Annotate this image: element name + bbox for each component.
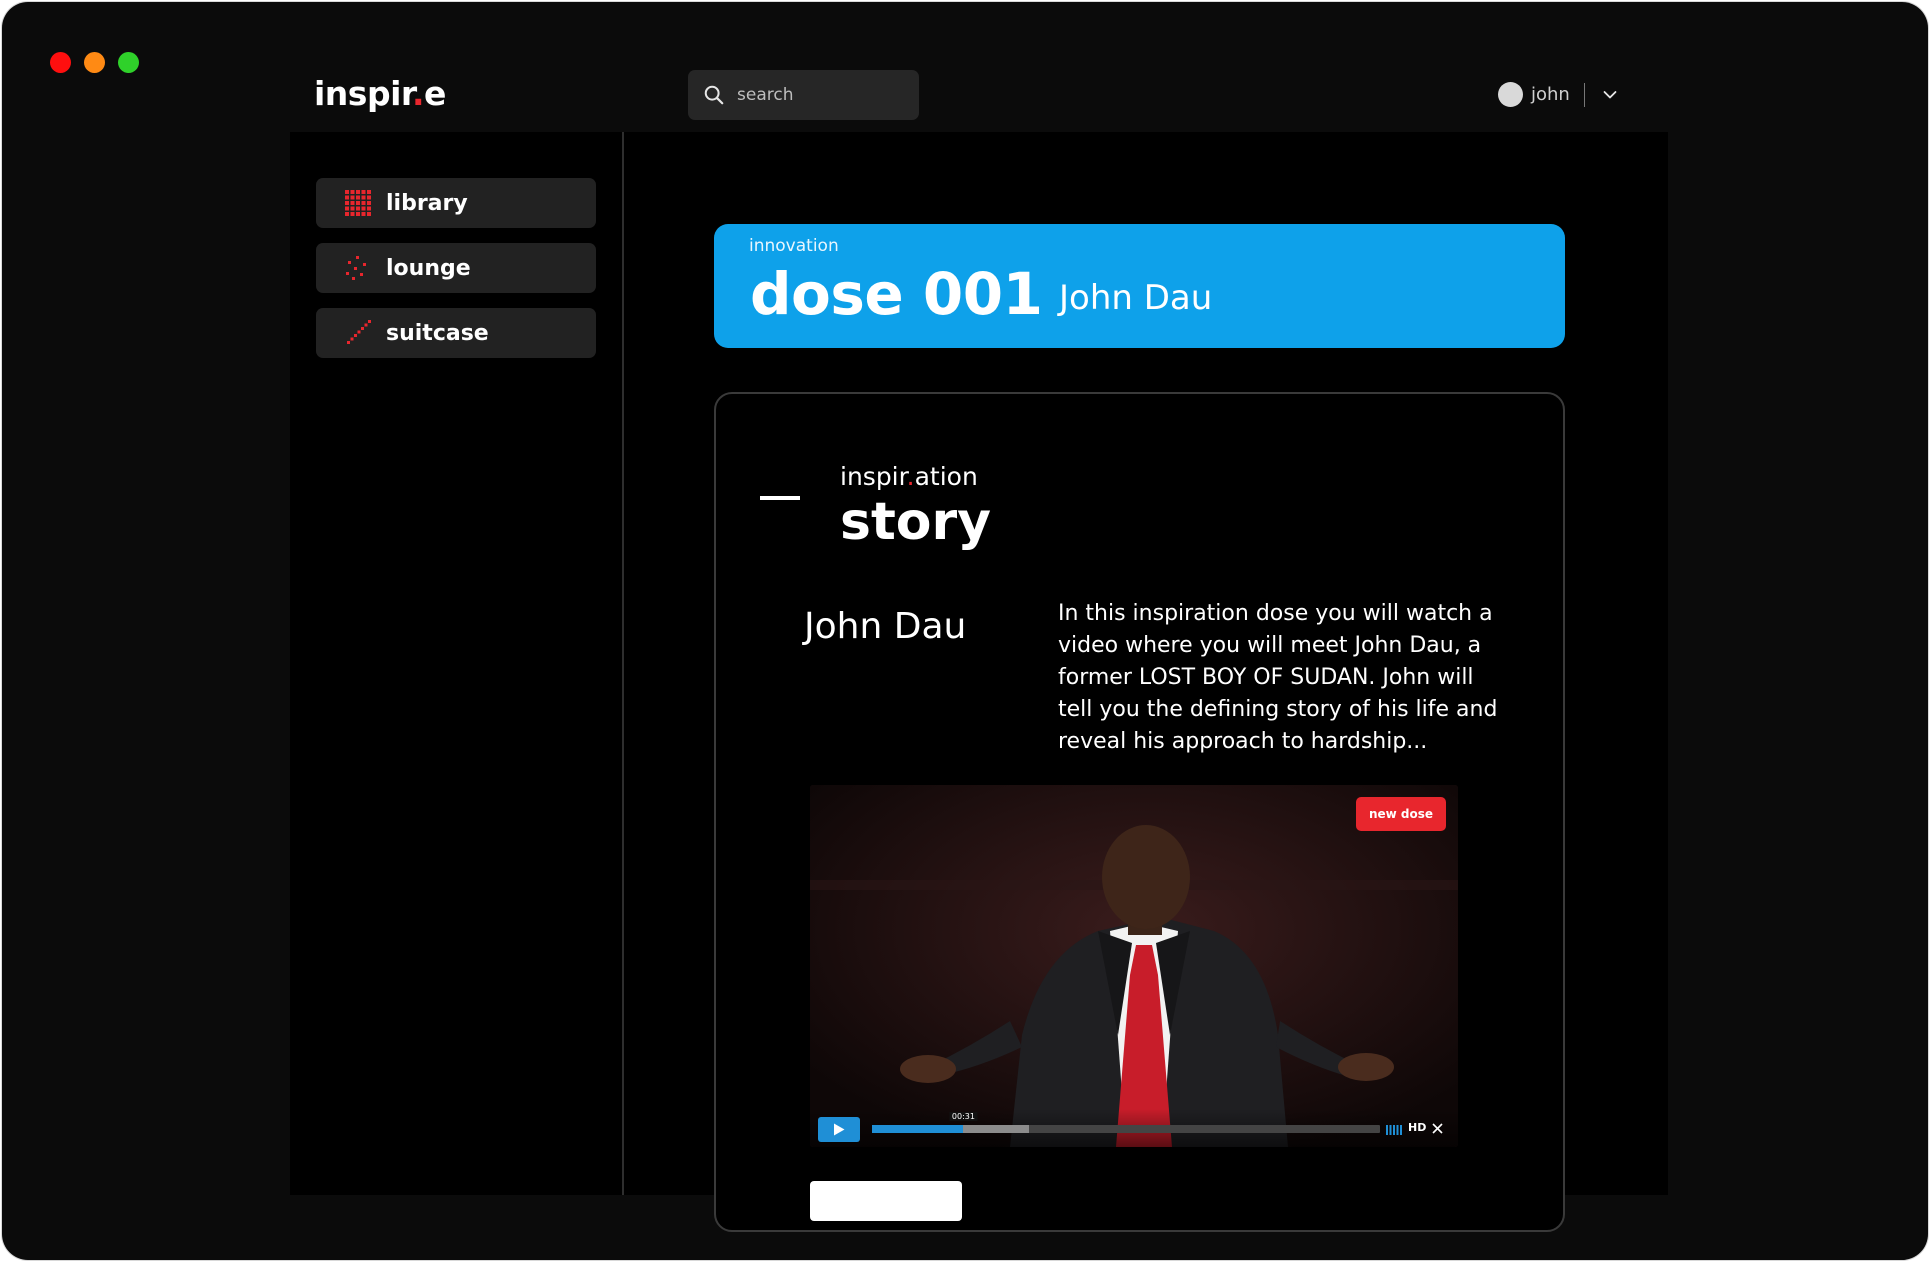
dotted-line-icon — [347, 320, 371, 344]
search-bar[interactable] — [688, 70, 919, 120]
video-player[interactable]: new dose 00:31 HD — [810, 785, 1458, 1147]
current-time: 00:31 — [949, 1112, 977, 1121]
progress-bar — [872, 1125, 964, 1133]
grid-icon — [345, 190, 371, 216]
minimize-window-button[interactable] — [84, 52, 105, 73]
app-content: library lounge suitcase innovation dose … — [290, 132, 1668, 1232]
sidebar-item-lounge[interactable]: lounge — [316, 243, 596, 293]
sidebar-item-label: library — [386, 190, 468, 216]
sidebar-item-label: suitcase — [386, 320, 489, 346]
kicker-prefix: inspir — [840, 462, 907, 491]
sidebar-item-label: lounge — [386, 255, 471, 281]
video-controls: 00:31 HD — [810, 1109, 1458, 1147]
kicker-suffix: ation — [914, 462, 978, 491]
action-button[interactable] — [810, 1181, 962, 1221]
sidebar: library lounge suitcase — [290, 132, 624, 1195]
story-description: In this inspiration dose you will watch … — [1058, 601, 1498, 754]
dose-number: dose 001 — [750, 260, 1043, 328]
window-controls — [50, 52, 139, 73]
dose-category: innovation — [749, 236, 839, 256]
logo-prefix: inspir — [314, 74, 412, 113]
search-icon — [704, 85, 724, 105]
dose-speaker: John Dau — [1059, 278, 1213, 318]
volume-icon[interactable] — [1386, 1123, 1402, 1135]
logo-suffix: e — [424, 74, 446, 113]
search-input[interactable] — [737, 85, 907, 105]
section-heading: story — [840, 492, 992, 552]
progress-track[interactable]: 00:31 — [872, 1112, 1380, 1133]
play-button[interactable] — [818, 1117, 860, 1142]
user-menu[interactable]: john — [1498, 82, 1617, 107]
scatter-dots-icon — [346, 256, 366, 280]
play-icon — [834, 1123, 845, 1136]
section-kicker: inspir.ation — [840, 462, 978, 491]
video-frame-speaker — [810, 785, 1458, 1147]
section-dash — [760, 496, 800, 500]
new-dose-badge[interactable]: new dose — [1356, 797, 1446, 831]
avatar[interactable] — [1498, 82, 1523, 107]
dose-banner: innovation dose 001 John Dau — [714, 224, 1565, 348]
sidebar-item-suitcase[interactable]: suitcase — [316, 308, 596, 358]
quality-toggle[interactable]: HD — [1408, 1121, 1426, 1134]
speaker-name: John Dau — [804, 606, 967, 647]
chevron-down-icon[interactable] — [1603, 90, 1617, 100]
sidebar-item-library[interactable]: library — [316, 178, 596, 228]
kicker-dot: . — [906, 462, 915, 491]
app-window: inspir.e john — [2, 2, 1928, 1260]
logo-dot: . — [411, 74, 425, 113]
app-logo[interactable]: inspir.e — [314, 74, 446, 113]
user-menu-divider — [1583, 82, 1585, 107]
fullscreen-icon[interactable] — [1432, 1123, 1443, 1134]
maximize-window-button[interactable] — [118, 52, 139, 73]
user-name[interactable]: john — [1531, 84, 1570, 105]
close-window-button[interactable] — [50, 52, 71, 73]
story-card: inspir.ation story John Dau In this insp… — [714, 392, 1565, 1232]
